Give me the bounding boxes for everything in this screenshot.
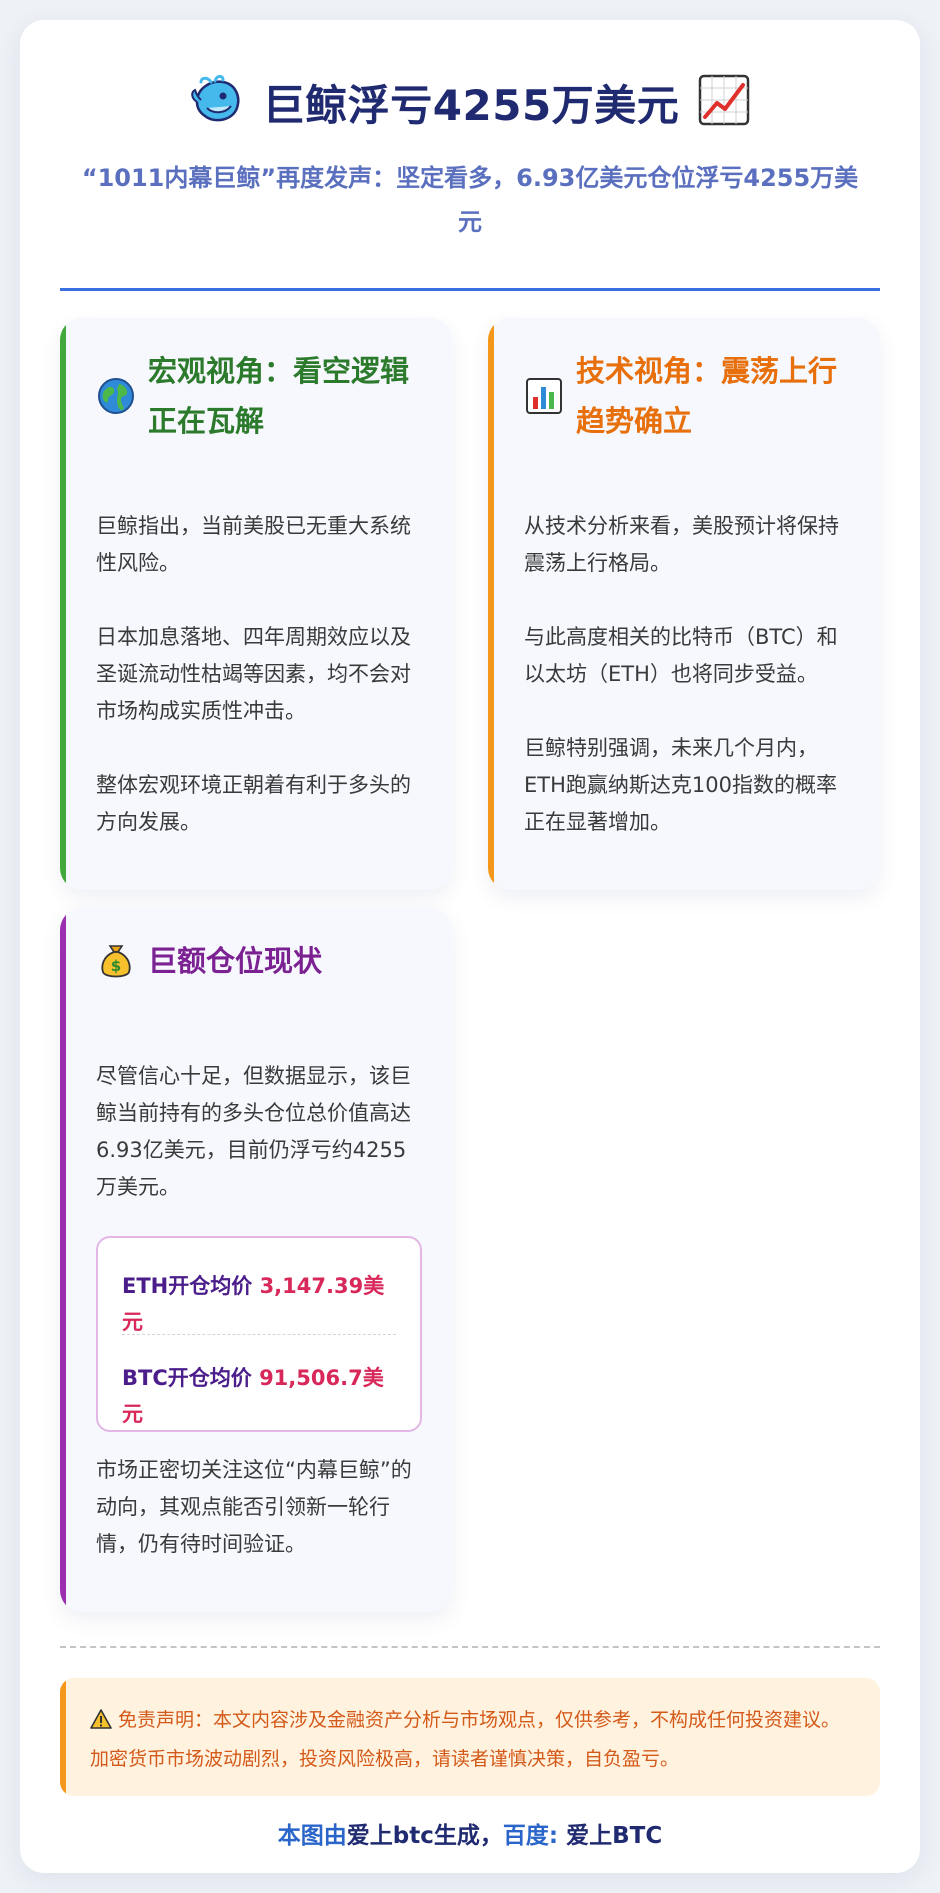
position-card-header: $ 巨额仓位现状 <box>96 936 428 986</box>
technical-paragraph-1: 从技术分析来看，美股预计将保持震荡上行格局。 <box>524 514 839 575</box>
macro-paragraph-3: 整体宏观环境正朝着有利于多头的方向发展。 <box>96 773 411 834</box>
disclaimer-content: 免责声明：本文内容涉及金融资产分析与市场观点，仅供参考，不构成任何投资建议。加密… <box>90 1702 850 1777</box>
position-paragraph-2: 市场正密切关注这位“内幕巨鲸”的动向，其观点能否引领新一轮行情，仍有待时间验证。 <box>96 1458 412 1556</box>
footer-part-3: 百度: <box>502 1823 567 1849</box>
footer-credit: 本图由爱上btc生成，百度: 爱上BTC <box>60 1816 880 1850</box>
position-card: $ 巨额仓位现状 尽管信心十足，但数据显示，该巨鲸当前持有的多头仓位总价值高达6… <box>60 908 452 1612</box>
whale-icon <box>189 72 245 132</box>
macro-card-title: 宏观视角：看空逻辑正在瓦解 <box>148 354 410 438</box>
technical-card-title: 技术视角：震荡上行趋势确立 <box>576 354 838 438</box>
warning-icon <box>90 1705 112 1741</box>
bar-chart-icon <box>524 376 564 416</box>
money-bag-icon: $ <box>96 941 136 981</box>
section-divider <box>60 1646 880 1648</box>
technical-card: 技术视角：震荡上行趋势确立 从技术分析来看，美股预计将保持震荡上行格局。 与此高… <box>488 318 880 890</box>
title-divider <box>60 288 880 291</box>
chart-increasing-icon <box>697 73 751 131</box>
disclaimer-text: 免责声明：本文内容涉及金融资产分析与市场观点，仅供参考，不构成任何投资建议。加密… <box>90 1709 841 1770</box>
disclaimer-box: 免责声明：本文内容涉及金融资产分析与市场观点，仅供参考，不构成任何投资建议。加密… <box>60 1678 880 1796</box>
macro-paragraph-1: 巨鲸指出，当前美股已无重大系统性风险。 <box>96 514 411 575</box>
technical-paragraph-2: 与此高度相关的比特币（BTC）和以太坊（ETH）也将同步受益。 <box>524 625 838 686</box>
article-page: 巨鲸浮亏4255万美元 “1011内幕巨鲸”再度发声：坚定看多，6.93亿美元仓… <box>20 20 920 1873</box>
macro-paragraph-2: 日本加息落地、四年周期效应以及圣诞流动性枯竭等因素，均不会对市场构成实质性冲击。 <box>96 625 411 723</box>
macro-card-header: 宏观视角：看空逻辑正在瓦解 <box>96 346 428 446</box>
position-paragraph-1: 尽管信心十足，但数据显示，该巨鲸当前持有的多头仓位总价值高达6.93亿美元，目前… <box>96 1064 411 1199</box>
btc-entry-price-row: BTC开仓均价 91,506.7美元 <box>122 1360 396 1432</box>
page-title: 巨鲸浮亏4255万美元 <box>262 80 680 130</box>
macro-card: 宏观视角：看空逻辑正在瓦解 巨鲸指出，当前美股已无重大系统性风险。 日本加息落地… <box>60 318 452 890</box>
footer-part-2: 爱上btc生成， <box>346 1823 503 1849</box>
globe-icon <box>96 376 136 416</box>
footer-part-4: 爱上BTC <box>566 1823 663 1849</box>
footer-part-1: 本图由 <box>277 1823 347 1849</box>
eth-entry-price-label: ETH开仓均价 <box>122 1274 253 1298</box>
entry-price-box: ETH开仓均价 3,147.39美元 BTC开仓均价 91,506.7美元 <box>96 1236 422 1432</box>
technical-card-header: 技术视角：震荡上行趋势确立 <box>524 346 856 446</box>
btc-entry-price-label: BTC开仓均价 <box>122 1366 252 1390</box>
technical-paragraph-3: 巨鲸特别强调，未来几个月内，ETH跑赢纳斯达克100指数的概率正在显著增加。 <box>524 736 837 834</box>
eth-entry-price-row: ETH开仓均价 3,147.39美元 <box>122 1268 396 1340</box>
position-card-title: 巨额仓位现状 <box>148 944 323 978</box>
title-row: 巨鲸浮亏4255万美元 <box>60 68 880 136</box>
svg-text:$: $ <box>111 957 121 975</box>
header: 巨鲸浮亏4255万美元 “1011内幕巨鲸”再度发声：坚定看多，6.93亿美元仓… <box>60 68 880 244</box>
page-subtitle: “1011内幕巨鲸”再度发声：坚定看多，6.93亿美元仓位浮亏4255万美元 <box>81 164 859 236</box>
price-divider <box>122 1334 396 1335</box>
